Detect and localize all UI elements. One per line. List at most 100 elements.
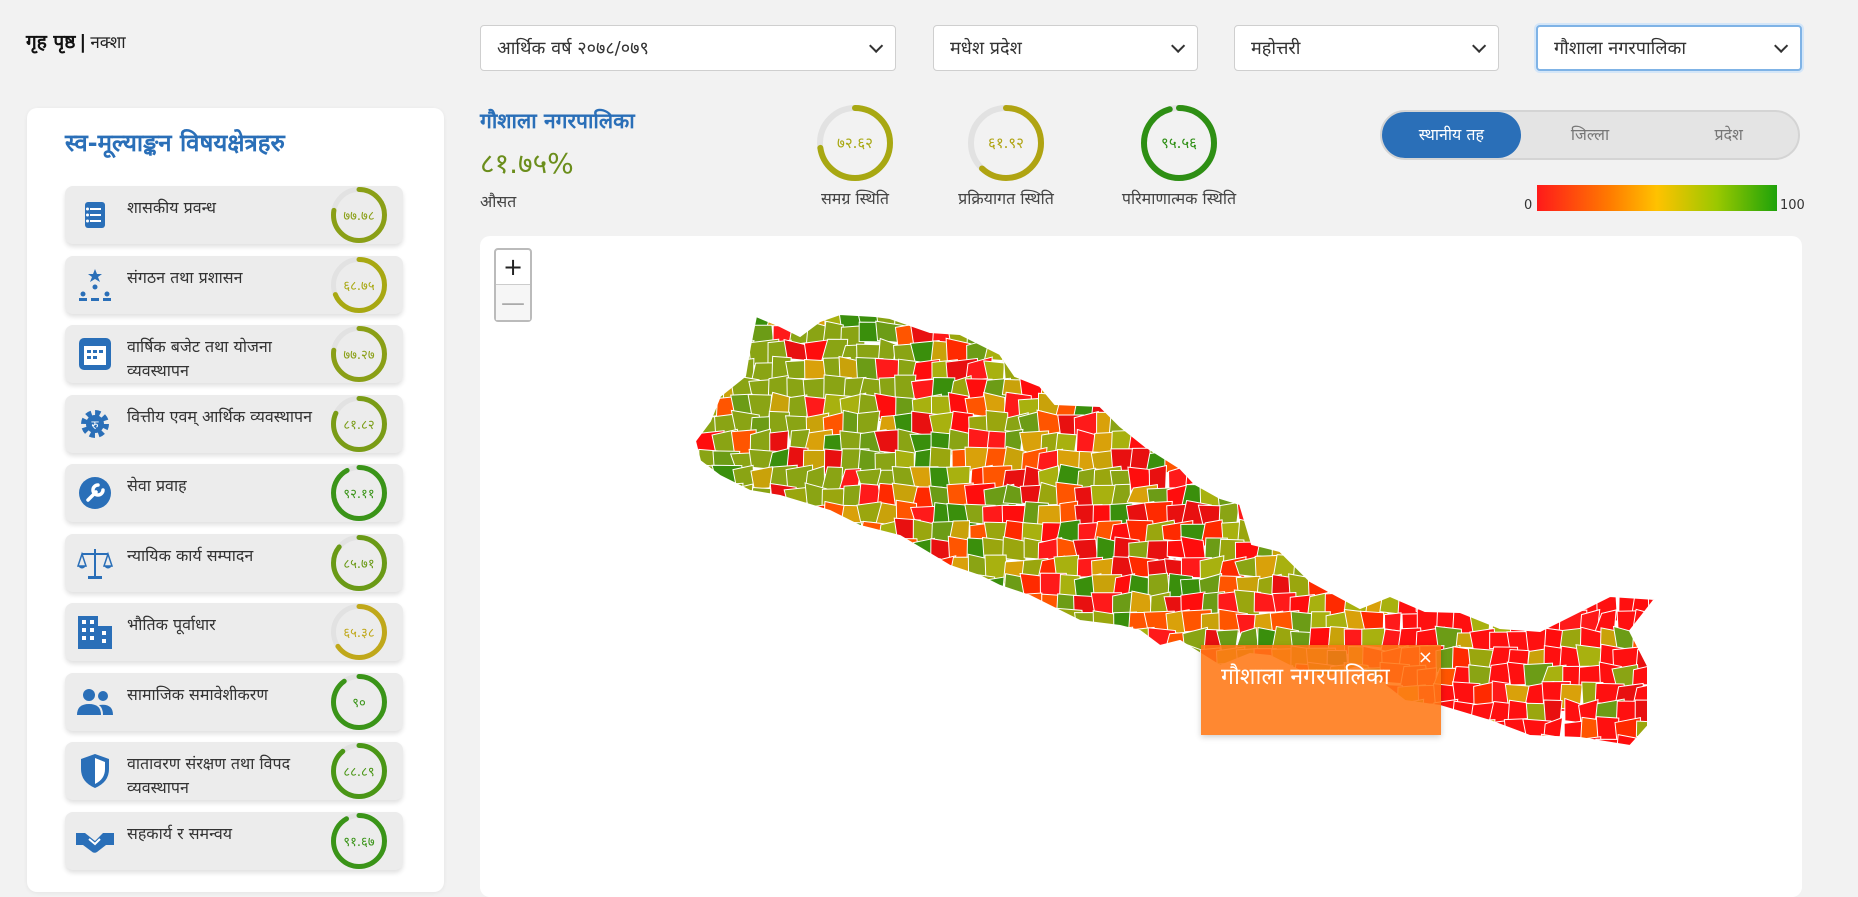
map-region[interactable]	[1650, 701, 1680, 727]
map-region[interactable]	[787, 524, 807, 547]
nepal-choropleth-map[interactable]	[480, 236, 1802, 897]
map-region[interactable]	[820, 593, 851, 623]
map-region[interactable]	[1305, 379, 1339, 402]
map-region[interactable]	[1306, 517, 1336, 550]
map-region[interactable]	[1544, 481, 1571, 514]
map-region[interactable]	[984, 680, 1012, 707]
map-region[interactable]	[1397, 482, 1424, 511]
map-region[interactable]	[825, 679, 849, 713]
map-region[interactable]	[768, 734, 792, 761]
map-region[interactable]	[730, 668, 757, 686]
map-region[interactable]	[894, 631, 920, 655]
map-region[interactable]	[1453, 575, 1479, 597]
map-region[interactable]	[1198, 305, 1231, 332]
map-region[interactable]	[1576, 341, 1604, 371]
map-region[interactable]	[715, 501, 741, 527]
map-region[interactable]	[783, 699, 813, 723]
map-region[interactable]	[1037, 735, 1067, 759]
map-region[interactable]	[1401, 536, 1427, 567]
map-region[interactable]	[731, 683, 764, 705]
map-region[interactable]	[1396, 432, 1425, 456]
map-region[interactable]	[986, 593, 1013, 617]
map-region[interactable]	[1216, 324, 1245, 344]
map-region[interactable]	[1220, 342, 1239, 366]
map-region[interactable]	[967, 701, 997, 732]
map-region[interactable]	[875, 734, 901, 763]
map-region[interactable]	[1165, 304, 1187, 330]
map-region[interactable]	[1635, 738, 1655, 763]
map-region[interactable]	[874, 682, 904, 709]
map-region[interactable]	[856, 680, 884, 711]
map-region[interactable]	[1630, 359, 1659, 386]
map-region[interactable]	[713, 663, 743, 688]
map-region[interactable]	[1342, 559, 1367, 581]
map-region[interactable]	[1145, 307, 1174, 327]
map-region[interactable]	[952, 576, 972, 596]
map-region[interactable]	[1651, 719, 1676, 748]
map-region[interactable]	[947, 664, 978, 692]
map-region[interactable]	[1201, 394, 1226, 417]
map-region[interactable]	[1545, 574, 1573, 598]
map-region[interactable]	[823, 500, 846, 529]
map-region[interactable]	[821, 574, 852, 604]
map-region[interactable]	[1275, 356, 1304, 389]
map-region[interactable]	[1236, 306, 1267, 334]
map-region[interactable]	[1577, 427, 1608, 458]
map-region[interactable]	[712, 700, 743, 729]
map-region[interactable]	[713, 482, 744, 512]
map-region[interactable]	[1415, 483, 1442, 512]
map-region[interactable]	[730, 699, 762, 727]
map-region[interactable]	[679, 338, 709, 371]
map-region[interactable]	[1001, 628, 1030, 651]
map-region[interactable]	[1469, 719, 1496, 744]
map-region[interactable]	[1307, 430, 1333, 461]
map-region[interactable]	[821, 645, 846, 669]
map-region[interactable]	[1577, 519, 1604, 550]
map-region[interactable]	[1378, 483, 1407, 509]
map-region[interactable]	[1487, 553, 1513, 577]
map-region[interactable]	[1146, 737, 1173, 761]
map-region[interactable]	[1162, 325, 1187, 350]
map-region[interactable]	[1233, 376, 1264, 405]
map-region[interactable]	[1289, 357, 1320, 384]
map-region[interactable]	[950, 718, 974, 744]
map-region[interactable]	[1486, 357, 1517, 386]
map-region[interactable]	[1648, 393, 1674, 425]
map-region[interactable]	[1615, 391, 1645, 426]
map-region[interactable]	[1022, 305, 1049, 334]
map-region[interactable]	[1289, 465, 1320, 495]
map-region[interactable]	[1039, 665, 1064, 691]
map-region[interactable]	[1239, 482, 1266, 506]
map-region[interactable]	[1580, 483, 1604, 512]
map-region[interactable]	[1307, 322, 1338, 353]
map-region[interactable]	[1613, 431, 1636, 459]
map-region[interactable]	[1288, 447, 1315, 476]
map-region[interactable]	[1401, 576, 1424, 595]
map-region[interactable]	[1252, 413, 1285, 444]
map-region[interactable]	[731, 519, 757, 543]
toggle-province[interactable]: प्रदेश	[1659, 112, 1798, 158]
map-region[interactable]	[805, 611, 834, 642]
map-region[interactable]	[767, 663, 793, 691]
map-region[interactable]	[1451, 359, 1480, 387]
map-region[interactable]	[1253, 735, 1280, 766]
map-region[interactable]	[929, 555, 957, 582]
map-region[interactable]	[1344, 447, 1376, 477]
map-region[interactable]	[947, 701, 979, 724]
map-region[interactable]	[1487, 573, 1511, 604]
map-region[interactable]	[855, 666, 880, 695]
map-region[interactable]	[1167, 681, 1194, 713]
map-region[interactable]	[1453, 537, 1478, 560]
map-region[interactable]	[1001, 339, 1030, 365]
map-region[interactable]	[822, 629, 852, 658]
map-region[interactable]	[681, 463, 708, 490]
map-region[interactable]	[802, 664, 830, 697]
map-region[interactable]	[1269, 464, 1296, 496]
map-region[interactable]	[695, 320, 718, 345]
map-region[interactable]	[948, 645, 974, 668]
map-region[interactable]	[1270, 735, 1297, 764]
map-region[interactable]	[1270, 429, 1300, 460]
map-region[interactable]	[1326, 320, 1353, 352]
map-region[interactable]	[1129, 736, 1152, 764]
map-region[interactable]	[1090, 360, 1121, 379]
